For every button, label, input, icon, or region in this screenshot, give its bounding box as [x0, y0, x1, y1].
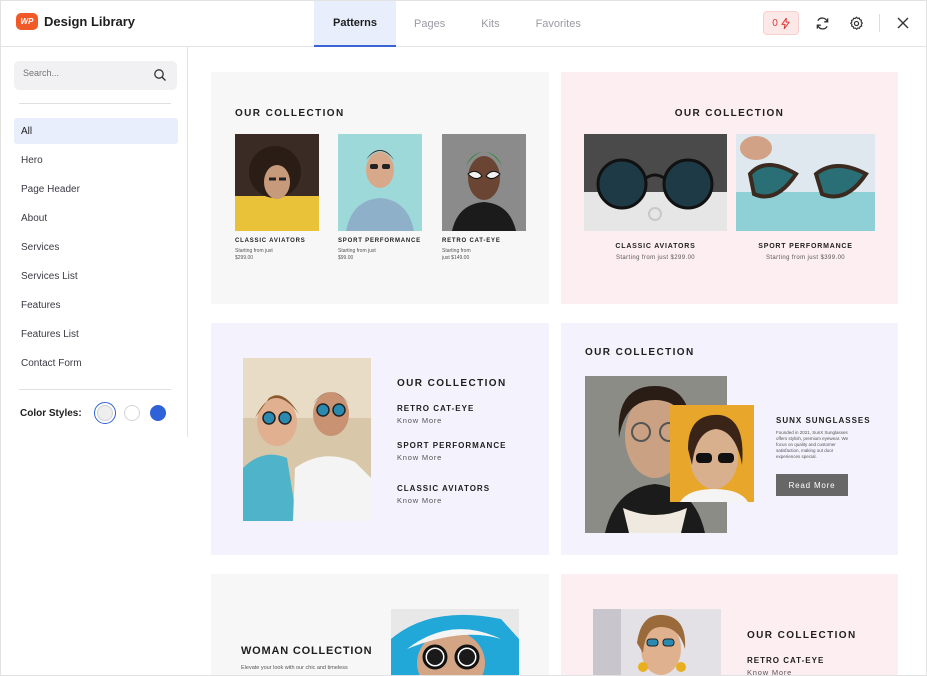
card-description: Elevate your look with our chic and time…: [241, 665, 348, 671]
brand-image-inset: [670, 405, 754, 502]
product-image: [736, 134, 875, 231]
product-price-line: Starting from just: [235, 248, 273, 254]
collection-item-name: SPORT PERFORMANCE: [397, 441, 507, 450]
refresh-button[interactable]: [811, 11, 833, 35]
sidebar-item-services[interactable]: Services: [14, 234, 178, 260]
design-library-window: WP Design Library Patterns Pages Kits Fa…: [0, 0, 927, 676]
read-more-button[interactable]: Read More: [776, 474, 848, 496]
sidebar: All Hero Page Header About Services Serv…: [1, 47, 188, 437]
header-actions: 0: [763, 11, 914, 35]
product-price-line: Starting from just: [338, 248, 376, 254]
refresh-icon: [816, 16, 828, 30]
product-name: SPORT PERFORMANCE: [758, 243, 853, 250]
sidebar-item-services-list[interactable]: Services List: [14, 263, 178, 289]
tab-pages[interactable]: Pages: [396, 1, 463, 47]
pattern-card-collection-two[interactable]: OUR COLLECTION CLASSIC AVIATORS Starting…: [561, 72, 898, 304]
brand-heading: SUNX SUNGLASSES: [776, 416, 871, 425]
card-title: OUR COLLECTION: [235, 108, 345, 119]
collection-item-name: RETRO CAT-EYE: [747, 656, 825, 665]
know-more-link[interactable]: Know More: [397, 496, 442, 505]
product-image: [442, 134, 526, 231]
product-image: [584, 134, 727, 231]
know-more-link[interactable]: Know More: [397, 416, 442, 425]
tab-bar: Patterns Pages Kits Favorites: [314, 1, 599, 47]
product-price: Starting from just $399.00: [765, 255, 846, 261]
collection-item-name: CLASSIC AVIATORS: [397, 484, 491, 493]
color-swatch-default[interactable]: [93, 402, 116, 424]
product-price: just $149.00: [442, 255, 470, 261]
settings-button[interactable]: [845, 11, 867, 35]
brand-logo: WP: [16, 13, 38, 30]
close-button[interactable]: [892, 11, 914, 35]
header-divider: [879, 14, 880, 32]
card-title: OUR COLLECTION: [674, 108, 785, 119]
collection-image: [593, 609, 721, 675]
card-title: OUR COLLECTION: [397, 378, 507, 389]
product-price: $299.00: [235, 255, 254, 261]
tab-favorites[interactable]: Favorites: [518, 1, 599, 47]
collection-image: [243, 358, 371, 521]
search-icon[interactable]: [153, 68, 167, 82]
collection-item-name: RETRO CAT-EYE: [397, 404, 475, 413]
product-name: CLASSIC AVIATORS: [615, 243, 696, 250]
color-swatch-blue[interactable]: [149, 405, 166, 421]
pattern-card-collection-grid[interactable]: OUR COLLECTION CLASSIC AVIATORS Starting…: [211, 72, 549, 304]
app-title: Design Library: [44, 14, 136, 29]
sidebar-item-hero[interactable]: Hero: [14, 147, 178, 173]
sidebar-item-page-header[interactable]: Page Header: [14, 176, 178, 202]
gear-icon: [849, 16, 863, 30]
know-more-link[interactable]: Know More: [397, 453, 442, 462]
product-price: $99.00: [338, 255, 354, 261]
product-image: [338, 134, 422, 231]
credits-count: 0: [772, 17, 778, 29]
product-name: CLASSIC AVIATORS: [235, 238, 306, 244]
lightning-icon: [781, 17, 790, 29]
search-input[interactable]: [23, 68, 143, 78]
card-title: OUR COLLECTION: [585, 347, 695, 358]
card-title: WOMAN COLLECTION: [241, 645, 373, 657]
product-price: Starting from just $299.00: [615, 255, 696, 261]
color-styles: Color Styles:: [20, 402, 166, 424]
sidebar-item-features[interactable]: Features: [14, 292, 178, 318]
tab-patterns[interactable]: Patterns: [314, 1, 397, 47]
product-image: [235, 134, 319, 231]
close-icon: [897, 17, 909, 29]
brand-description: Founded in 2021, SunX Sunglasses offers …: [776, 430, 849, 459]
search-box: [14, 61, 177, 90]
collection-image: [391, 609, 519, 675]
category-menu: All Hero Page Header About Services Serv…: [14, 118, 178, 379]
color-styles-label: Color Styles:: [20, 407, 82, 419]
sidebar-item-features-list[interactable]: Features List: [14, 321, 178, 347]
sidebar-item-about[interactable]: About: [14, 205, 178, 231]
color-swatch-white[interactable]: [123, 405, 140, 421]
product-name: SPORT PERFORMANCE: [338, 238, 421, 244]
header: WP Design Library Patterns Pages Kits Fa…: [1, 1, 926, 47]
credits-button[interactable]: 0: [763, 11, 799, 35]
sidebar-item-contact-form[interactable]: Contact Form: [14, 350, 178, 376]
pattern-card-brand-intro[interactable]: OUR COLLECTION SUNX SUNGLASSES Founded i…: [561, 323, 898, 555]
card-title: OUR COLLECTION: [747, 630, 857, 641]
pattern-card-woman-collection[interactable]: WOMAN COLLECTION Elevate your look with …: [211, 574, 549, 675]
product-name: RETRO CAT-EYE: [442, 238, 501, 244]
know-more-link[interactable]: Know More: [747, 668, 792, 675]
product-price-line: Starting from: [442, 248, 471, 254]
sidebar-divider: [19, 389, 171, 390]
brand: WP Design Library: [16, 13, 135, 30]
patterns-grid: OUR COLLECTION CLASSIC AVIATORS Starting…: [189, 48, 926, 675]
pattern-card-collection-list[interactable]: OUR COLLECTION RETRO CAT-EYE Know More S…: [211, 323, 549, 555]
sidebar-item-all[interactable]: All: [14, 118, 178, 144]
sidebar-divider: [19, 103, 171, 104]
pattern-card-collection-feature[interactable]: OUR COLLECTION RETRO CAT-EYE Know More: [561, 574, 898, 675]
tab-kits[interactable]: Kits: [463, 1, 517, 47]
